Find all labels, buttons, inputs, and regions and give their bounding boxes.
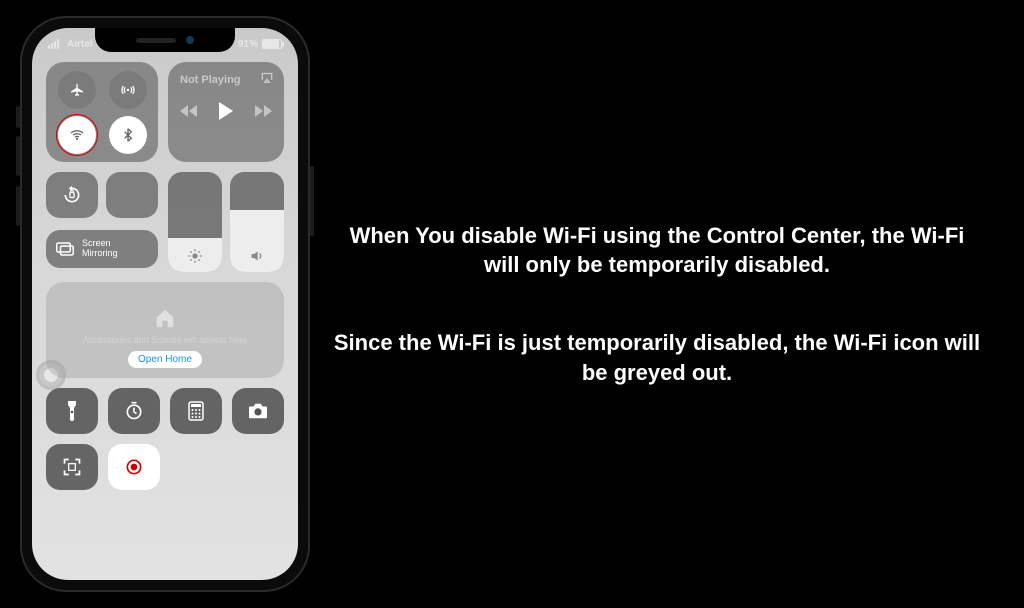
signal-bars-icon	[48, 39, 59, 49]
play-button[interactable]	[219, 102, 233, 120]
previous-track-button[interactable]	[180, 105, 197, 117]
home-tile-subtitle: Accessories and Scenes will appear here	[83, 335, 248, 345]
timer-icon	[124, 401, 144, 421]
bluetooth-button[interactable]	[109, 116, 147, 154]
wifi-button[interactable]	[58, 116, 96, 154]
airplay-icon[interactable]	[260, 70, 274, 84]
silence-switch	[16, 106, 20, 128]
orientation-lock-button[interactable]	[46, 172, 98, 218]
calculator-icon	[188, 401, 204, 421]
screen-mirroring-label: Screen Mirroring	[82, 239, 118, 259]
side-power-button	[310, 166, 314, 236]
do-not-disturb-moon-icon	[123, 186, 141, 204]
brightness-slider[interactable]	[168, 172, 222, 272]
camera-button[interactable]	[232, 388, 284, 434]
next-track-button[interactable]	[255, 105, 272, 117]
control-center: Not Playing	[32, 54, 298, 500]
iphone-device-mock: Airtel 91%	[20, 16, 310, 592]
sliders-group	[168, 172, 284, 272]
empty-slot	[232, 444, 284, 490]
qr-scan-button[interactable]	[46, 444, 98, 490]
cellular-antenna-icon	[120, 82, 136, 98]
timer-button[interactable]	[108, 388, 160, 434]
flashlight-button[interactable]	[46, 388, 98, 434]
cellular-data-button[interactable]	[109, 71, 147, 109]
volume-down-button	[16, 186, 20, 226]
volume-up-button	[16, 136, 20, 176]
phone-screen: Airtel 91%	[32, 28, 298, 580]
connectivity-tile[interactable]	[46, 62, 158, 162]
bluetooth-icon	[120, 127, 136, 143]
battery-icon	[262, 39, 282, 49]
calculator-button[interactable]	[170, 388, 222, 434]
screen-mirroring-icon	[56, 242, 74, 256]
volume-slider[interactable]	[230, 172, 284, 272]
airplane-mode-button[interactable]	[58, 71, 96, 109]
flashlight-icon	[65, 401, 79, 421]
wifi-icon	[69, 127, 85, 143]
caption-paragraph-2: Since the Wi-Fi is just temporarily disa…	[330, 328, 984, 387]
carrier-label: Airtel	[67, 39, 93, 50]
home-tile[interactable]: Accessories and Scenes will appear here …	[46, 282, 284, 378]
media-not-playing-label: Not Playing	[180, 74, 272, 86]
camera-icon	[247, 402, 269, 420]
screen-record-icon	[124, 457, 144, 477]
do-not-disturb-button[interactable]	[106, 172, 158, 218]
qr-scan-icon	[62, 457, 82, 477]
empty-slot	[170, 444, 222, 490]
volume-speaker-icon	[249, 248, 265, 264]
open-home-link[interactable]: Open Home	[128, 351, 202, 368]
screen-record-button[interactable]	[108, 444, 160, 490]
brightness-sun-icon	[187, 248, 203, 264]
battery-percent-label: 91%	[238, 39, 258, 50]
media-tile[interactable]: Not Playing	[168, 62, 284, 162]
notch	[95, 28, 235, 52]
focus-mirror-group: Screen Mirroring	[46, 172, 158, 272]
screen-mirroring-button[interactable]: Screen Mirroring	[46, 230, 158, 268]
house-icon	[154, 307, 176, 329]
orientation-lock-icon	[62, 185, 82, 205]
explanatory-caption: When You disable Wi-Fi using the Control…	[310, 221, 1024, 388]
airplane-icon	[69, 82, 85, 98]
caption-paragraph-1: When You disable Wi-Fi using the Control…	[330, 221, 984, 280]
